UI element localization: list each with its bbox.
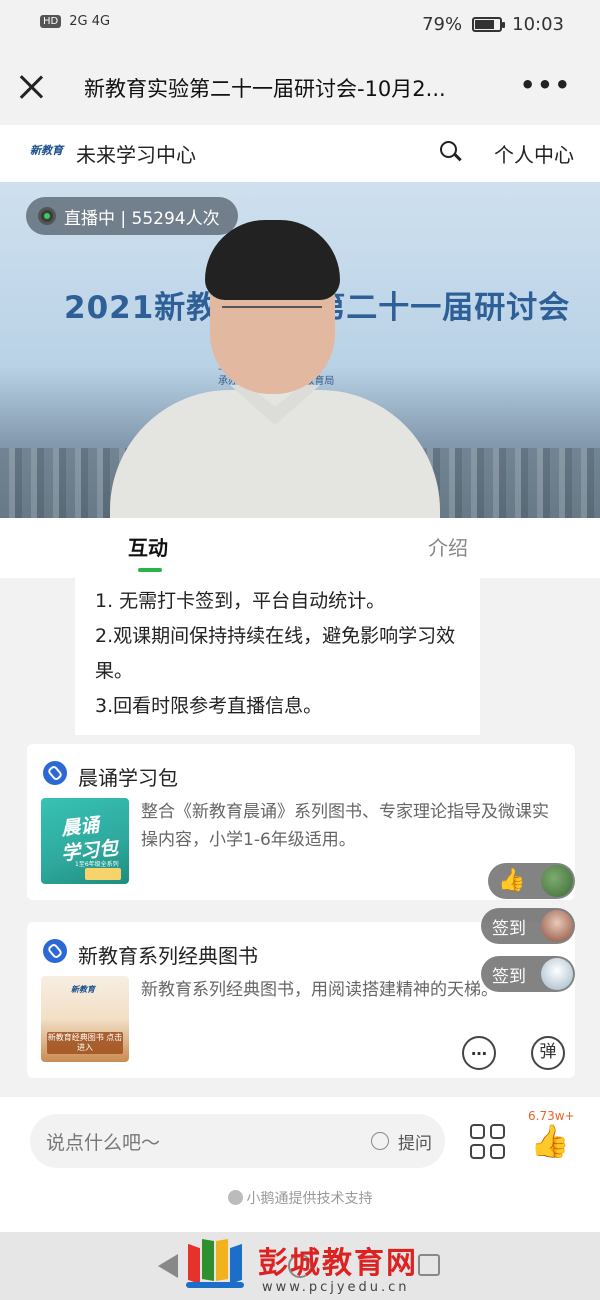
watermark-url: www.pcjyedu.cn [262,1280,410,1295]
ask-question-radio[interactable] [371,1132,389,1150]
tab-active-indicator [138,568,162,572]
thumbs-up-icon: 👍 [498,868,526,893]
page-title: 新教育实验第二十一届研讨会-10月2... [84,77,446,101]
danmu-toggle-button[interactable]: 弹 [531,1036,565,1070]
comment-bubble-icon[interactable]: … [462,1036,496,1070]
tab-interaction[interactable]: 互动 [128,532,168,561]
powered-by-text: 小鹅通提供技术支持 [0,1188,600,1208]
notice-line: 2.观课期间保持持续在线，避免影响学习效果。 [95,625,456,682]
battery-fill [475,20,494,29]
floating-signin-bubble: 签到 [481,908,575,944]
avatar [541,910,573,942]
live-status-badge: 直播中 | 55294人次 [26,197,238,235]
tab-bar: 互动 介绍 [0,518,600,578]
bottom-bar: 说点什么吧～ 提问 6.73w+ 👍 小鹅通提供技术支持 [0,1097,600,1232]
title-bar: 新教育实验第二十一届研讨会-10月2... ••• [0,50,600,125]
thumbnail-enter-button: 新教育经典图书 点击进入 [47,1032,123,1054]
watermark-title: 彭城教育网 [258,1246,418,1281]
book-icon [85,868,121,880]
clock: 10:03 [512,14,564,35]
app-header: 新教育 未来学习中心 个人中心 [0,125,600,182]
site-watermark: 彭城教育网 www.pcjyedu.cn [184,1236,444,1298]
link-icon [43,761,67,785]
battery-icon [472,17,506,32]
card-thumbnail[interactable]: 晨诵 学习包 1至6年级全系列 [41,798,129,884]
comment-placeholder: 说点什么吧～ [46,1132,161,1154]
floating-signin-bubble: 签到 [481,956,575,992]
floating-like-bubble: 👍 [488,863,575,899]
comment-input[interactable]: 说点什么吧～ 提问 [30,1114,445,1168]
live-indicator-icon [38,207,56,225]
xiaoe-logo-icon [227,1190,243,1205]
like-icon[interactable]: 👍 [530,1121,570,1161]
grid-menu-icon[interactable] [470,1124,506,1160]
notice-message: 1. 无需打卡签到，平台自动统计。 2.观课期间保持持续在线，避免影响学习效果。… [75,578,480,735]
card-title: 晨诵学习包 [78,766,178,790]
status-bar: HD 2G 4G 79% 10:03 [0,0,600,50]
avatar [541,958,573,990]
battery-percent: 79% [422,14,463,35]
video-speaker [110,220,440,518]
nav-back-icon[interactable] [158,1254,178,1278]
close-icon[interactable] [18,74,44,100]
live-viewers-text: 直播中 | 55294人次 [64,208,220,229]
signal-indicator: 2G 4G [69,14,111,29]
avatar [541,865,573,897]
app-name[interactable]: 未来学习中心 [76,139,196,168]
more-icon[interactable]: ••• [520,73,572,97]
notice-line: 1. 无需打卡签到，平台自动统计。 [95,590,386,612]
watermark-logo-icon [184,1238,246,1290]
tab-introduction[interactable]: 介绍 [428,532,468,561]
card-thumbnail[interactable]: 新教育 新教育经典图书 点击进入 [41,976,129,1062]
app-logo: 新教育 [30,144,63,157]
card-description: 整合《新教育晨诵》系列图书、专家理论指导及微课实操内容，小学1-6年级适用。 [141,802,549,850]
notice-line: 3.回看时限参考直播信息。 [95,695,323,717]
hd-indicator: HD [40,15,62,28]
ask-question-label[interactable]: 提问 [398,1129,432,1154]
user-center-link[interactable]: 个人中心 [494,139,574,168]
link-icon [43,939,67,963]
search-icon[interactable] [440,141,462,163]
card-title: 新教育系列经典图书 [78,944,258,968]
